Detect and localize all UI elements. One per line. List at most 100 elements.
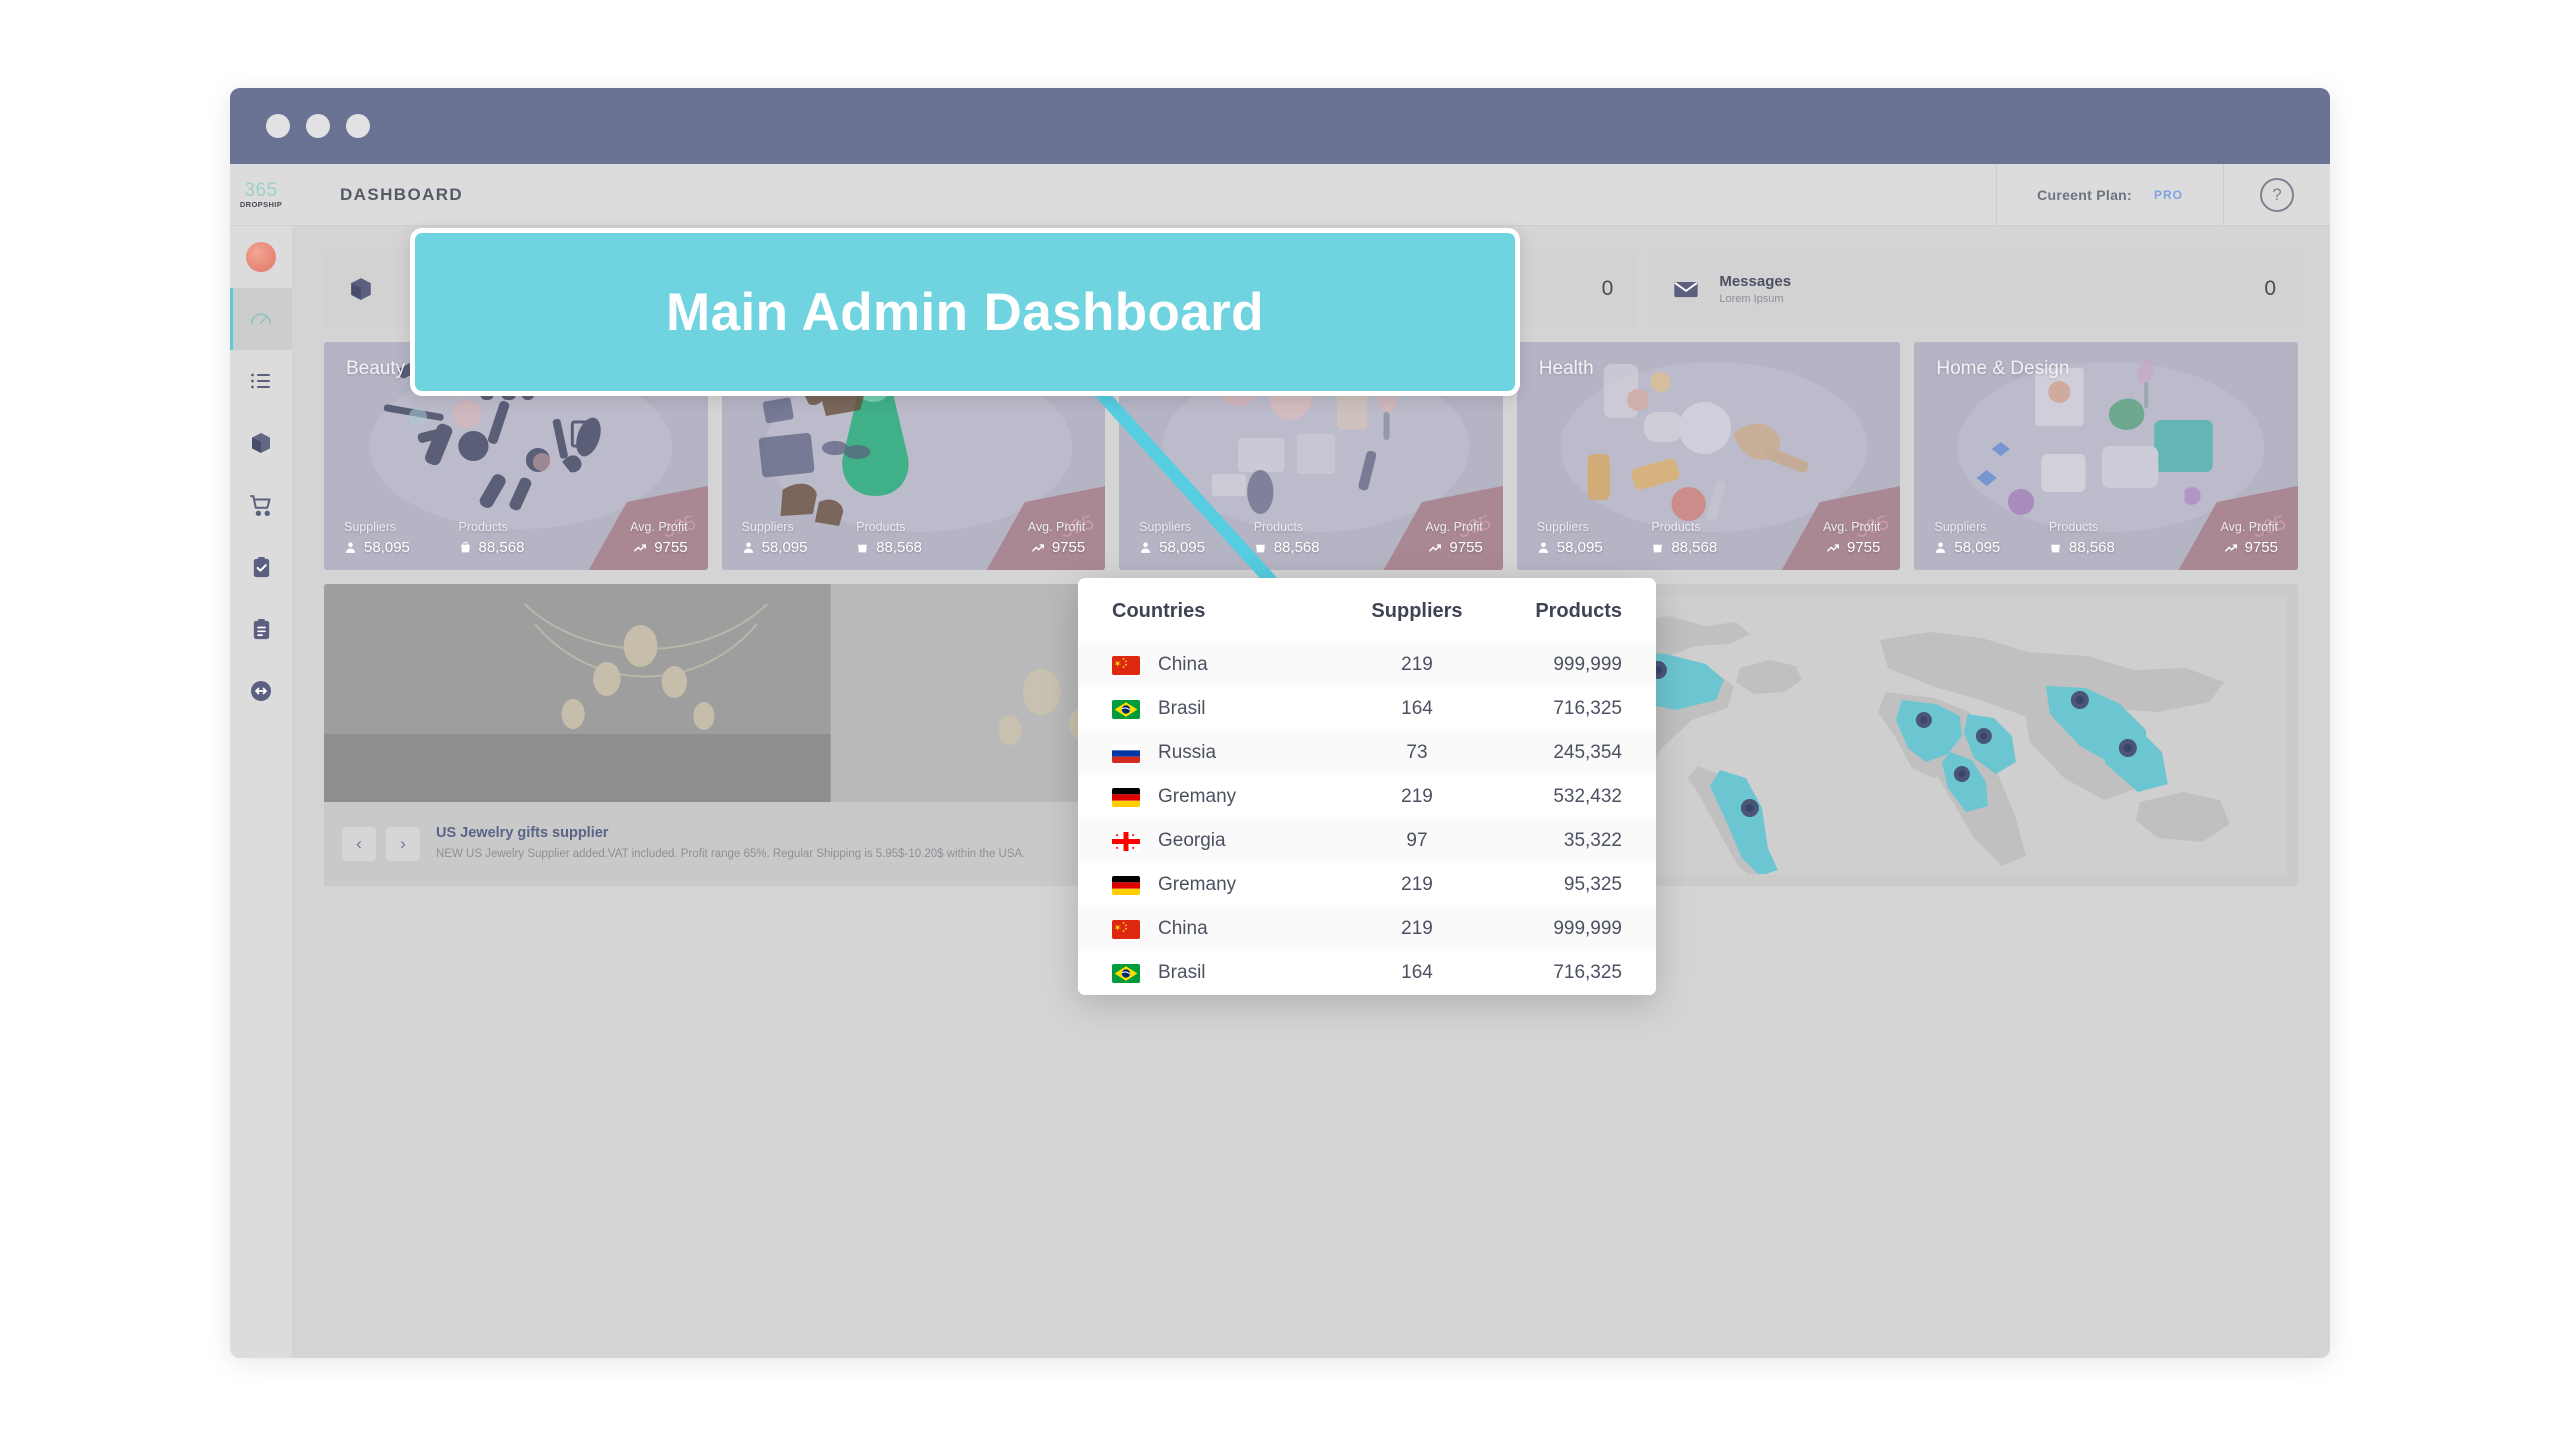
- shopping-cart-icon: [249, 493, 274, 518]
- table-row[interactable]: China 219 999,999: [1078, 643, 1656, 687]
- bag-icon: [460, 541, 470, 553]
- products-label: Products: [458, 520, 508, 534]
- envelope-icon: [1671, 275, 1701, 303]
- suppliers-value: 58,095: [1537, 539, 1652, 556]
- sidebar-item-reports[interactable]: [230, 598, 292, 660]
- window-close-button[interactable]: [266, 114, 290, 138]
- sidebar-item-products[interactable]: [230, 412, 292, 474]
- window-titlebar: [230, 88, 2330, 164]
- flag-br-icon: [1112, 963, 1140, 983]
- profit-label: Avg. Profit: [1822, 520, 1881, 534]
- suppliers-value: 164: [1401, 962, 1433, 983]
- category-title: Beauty: [346, 358, 406, 379]
- countries-table-body: China 219 999,999 Brasil 164 716,325 Rus…: [1078, 643, 1656, 995]
- country-name: China: [1158, 654, 1208, 675]
- flag-cn-icon: [1112, 919, 1140, 939]
- country-name: Brasil: [1158, 698, 1206, 719]
- profit-label: Avg. Profit: [1425, 520, 1483, 534]
- person-icon: [345, 542, 356, 553]
- current-plan[interactable]: Cureent Plan: PRO: [1996, 164, 2223, 225]
- package-icon: [346, 276, 376, 302]
- table-row[interactable]: Russia 73 245,354: [1078, 731, 1656, 775]
- help-button[interactable]: ?: [2223, 164, 2330, 225]
- kpi-value: 0: [1601, 277, 1614, 300]
- page-title: DASHBOARD: [340, 184, 464, 204]
- products-label: Products: [1253, 520, 1304, 534]
- app-logo[interactable]: 365 DROPSHIP: [230, 164, 292, 226]
- list-icon: [249, 369, 273, 393]
- flag-ge-icon: [1112, 831, 1140, 851]
- world-map-card[interactable]: [1562, 584, 2298, 886]
- column-header-countries: Countries: [1112, 600, 1206, 622]
- table-row[interactable]: Brasil 164 716,325: [1078, 951, 1656, 995]
- table-row[interactable]: Gremany 219 532,432: [1078, 775, 1656, 819]
- bag-icon: [2051, 544, 2060, 553]
- suppliers-value: 219: [1401, 786, 1433, 807]
- table-row[interactable]: China 219 999,999: [1078, 907, 1656, 951]
- country-name: China: [1158, 918, 1208, 939]
- suppliers-label: Suppliers: [344, 520, 397, 534]
- suppliers-value: 97: [1406, 830, 1428, 851]
- flag-de-icon: [1112, 787, 1140, 807]
- avatar-icon: [246, 242, 276, 272]
- suppliers-value: 58,095: [1139, 539, 1254, 556]
- window-maximize-button[interactable]: [346, 114, 370, 138]
- promo-title: US Jewelry gifts supplier: [436, 824, 609, 841]
- products-value: 88,568: [1651, 539, 1766, 556]
- sidebar-item-dashboard[interactable]: [230, 288, 292, 350]
- help-icon: ?: [2260, 177, 2294, 212]
- suppliers-label: Suppliers: [1536, 520, 1589, 534]
- trend-up-icon: [634, 543, 647, 552]
- trend-up-icon: [1429, 543, 1442, 552]
- products-value: 532,432: [1553, 786, 1622, 807]
- suppliers-value: 219: [1401, 654, 1433, 675]
- country-name: Brasil: [1158, 962, 1206, 983]
- gauge-icon: [248, 306, 274, 332]
- suppliers-value: 73: [1406, 742, 1428, 763]
- flag-de-icon: [1112, 875, 1140, 895]
- flag-ru-icon: [1112, 743, 1140, 763]
- country-name: Gremany: [1158, 874, 1237, 895]
- profit-value: 9755: [2224, 539, 2278, 556]
- sidebar-item-tasks[interactable]: [230, 536, 292, 598]
- sidebar-item-catalog-list[interactable]: [230, 350, 292, 412]
- clipboard-check-icon: [250, 556, 273, 579]
- profit-value: 9755: [1031, 539, 1085, 556]
- category-card-home-design[interactable]: 365 Home & Design Suppliers 58,095 Produ…: [1914, 342, 2298, 570]
- suppliers-value: 219: [1401, 874, 1433, 895]
- person-icon: [1141, 542, 1151, 553]
- suppliers-value: 219: [1401, 918, 1433, 939]
- kpi-card-messages[interactable]: Messages Lorem Ipsum 0: [1649, 250, 2299, 328]
- sidebar-item-sync[interactable]: [230, 660, 292, 722]
- table-row[interactable]: Brasil 164 716,325: [1078, 687, 1656, 731]
- countries-popup[interactable]: Countries Suppliers Products China 219 9…: [1078, 578, 1656, 995]
- sidebar: 365 DROPSHIP: [230, 164, 292, 1358]
- products-label: Products: [2048, 520, 2099, 534]
- products-value: 88,568: [459, 539, 574, 556]
- products-value: 88,568: [2049, 539, 2164, 556]
- promo-description: NEW US Jewelry Supplier added.VAT includ…: [436, 847, 1026, 860]
- sidebar-item-user-avatar[interactable]: [230, 226, 292, 288]
- suppliers-value: 58,095: [1934, 539, 2049, 556]
- table-row[interactable]: Georgia 97 35,322: [1078, 819, 1656, 863]
- table-row[interactable]: Gremany 219 95,325: [1078, 863, 1656, 907]
- suppliers-label: Suppliers: [1139, 520, 1192, 534]
- window-minimize-button[interactable]: [306, 114, 330, 138]
- profit-label: Avg. Profit: [2220, 520, 2278, 534]
- logo-main-text: 365: [244, 179, 278, 201]
- category-card-health[interactable]: 365 Health Suppliers 58,095 Products 88,…: [1516, 342, 1901, 570]
- trend-up-icon: [2224, 543, 2237, 552]
- world-map: [1574, 596, 2286, 874]
- profit-value: 9755: [633, 539, 688, 556]
- bag-icon: [858, 544, 867, 553]
- profit-label: Avg. Profit: [630, 520, 688, 534]
- sidebar-item-orders[interactable]: [230, 474, 292, 536]
- column-header-products: Products: [1535, 600, 1622, 622]
- carousel-prev-button[interactable]: ‹: [342, 827, 376, 861]
- products-label: Products: [856, 520, 906, 534]
- products-value: 999,999: [1553, 918, 1622, 939]
- carousel-next-button[interactable]: ›: [386, 827, 420, 861]
- logo-sub-text: DROPSHIP: [239, 199, 283, 209]
- trend-up-icon: [1827, 543, 1839, 552]
- products-value: 999,999: [1553, 654, 1622, 675]
